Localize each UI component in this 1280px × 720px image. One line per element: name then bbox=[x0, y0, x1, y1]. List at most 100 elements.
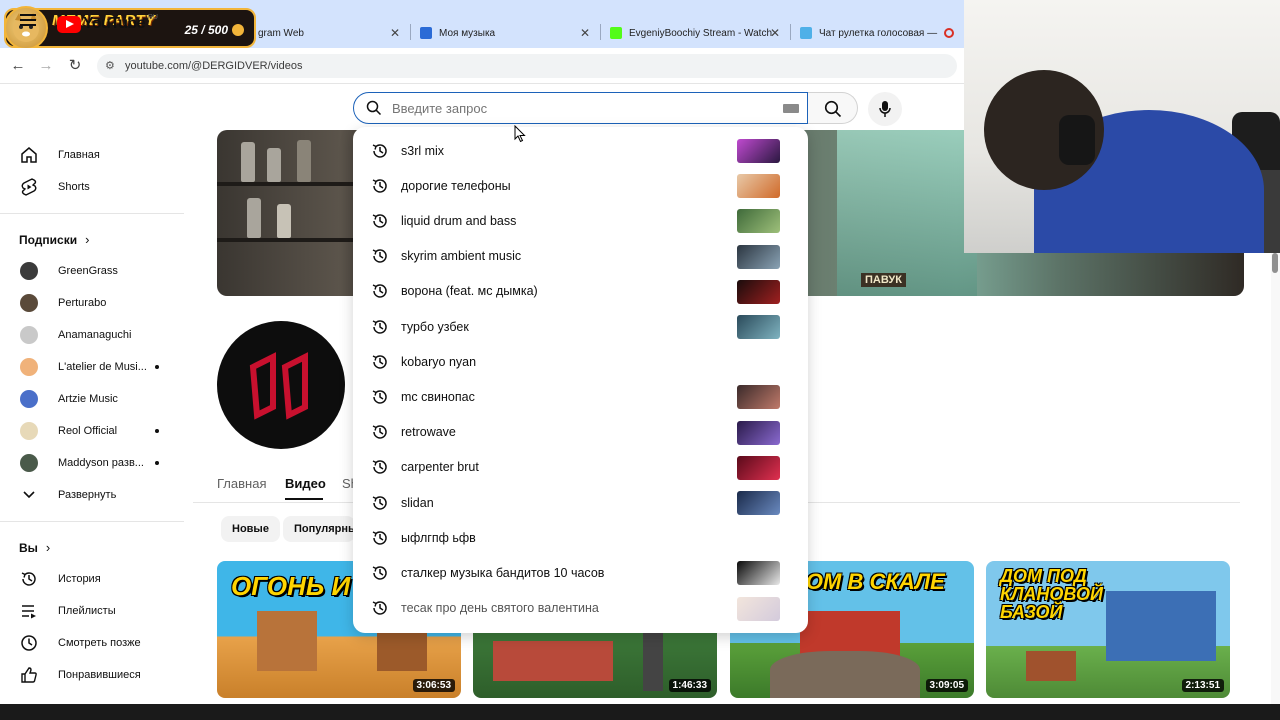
subscriptions-header[interactable]: Подписки › bbox=[19, 232, 89, 247]
suggestion-text: retrowave bbox=[401, 425, 456, 440]
webcam-overlay bbox=[964, 0, 1280, 253]
sidebar-item-latelier[interactable]: L'atelier de Musi... bbox=[0, 351, 184, 383]
suggestion-text: kobaryo nyan bbox=[401, 354, 477, 369]
suggestion-text: mc свинопас bbox=[401, 389, 475, 404]
close-tab-icon[interactable]: ✕ bbox=[390, 26, 400, 40]
history-icon bbox=[371, 529, 389, 547]
youtube-play-icon bbox=[57, 15, 81, 33]
suggestion-text: carpenter brut bbox=[401, 460, 479, 475]
history-icon bbox=[371, 212, 389, 230]
voice-search-button[interactable] bbox=[868, 92, 902, 126]
suggestion-thumbnail[interactable] bbox=[737, 279, 780, 304]
suggestion-thumbnail[interactable] bbox=[737, 174, 780, 199]
search-suggestion[interactable]: дорогие телефоны bbox=[353, 168, 808, 203]
video-duration: 3:09:05 bbox=[925, 679, 968, 692]
filter-chip-popular[interactable]: Популярны bbox=[283, 516, 355, 542]
reload-icon[interactable]: ↻ bbox=[65, 56, 85, 76]
search-input[interactable] bbox=[392, 93, 772, 123]
search-suggestion[interactable]: тесак про день святого валентина bbox=[353, 591, 808, 626]
url-field[interactable]: ⚙ youtube.com/@DERGIDVER/videos bbox=[97, 54, 957, 78]
history-icon bbox=[371, 318, 389, 336]
sidebar-item-maddyson[interactable]: Maddyson разв... bbox=[0, 447, 184, 479]
youtube-logo[interactable]: YouTube RU bbox=[57, 14, 158, 34]
suggestion-thumbnail[interactable] bbox=[737, 420, 780, 445]
suggestion-thumbnail[interactable] bbox=[737, 209, 780, 234]
suggestion-thumbnail[interactable] bbox=[737, 244, 780, 269]
avatar bbox=[20, 294, 38, 312]
new-content-dot bbox=[155, 461, 159, 465]
close-tab-icon[interactable]: ✕ bbox=[580, 26, 590, 40]
scrollbar-thumb[interactable] bbox=[1272, 253, 1278, 273]
sidebar-item-anamanaguchi[interactable]: Anamanaguchi bbox=[0, 319, 184, 351]
suggestion-text: ыфлгпф ьфв bbox=[401, 530, 476, 545]
avatar bbox=[20, 358, 38, 376]
channel-avatar[interactable] bbox=[217, 321, 345, 449]
sidebar-item-greengrass[interactable]: GreenGrass bbox=[0, 255, 184, 287]
search-suggestion[interactable]: skyrim ambient music bbox=[353, 239, 808, 274]
sidebar-item-perturabo[interactable]: Perturabo bbox=[0, 287, 184, 319]
new-content-dot bbox=[155, 365, 159, 369]
suggestion-thumbnail[interactable] bbox=[737, 561, 780, 586]
page-scrollbar[interactable] bbox=[1271, 253, 1280, 720]
suggestion-text: s3rl mix bbox=[401, 143, 445, 158]
channel-logo-icon bbox=[249, 352, 308, 420]
suggestion-thumbnail[interactable] bbox=[737, 596, 780, 621]
search-suggestion[interactable]: kobaryo nyan bbox=[353, 344, 808, 379]
suggestion-text: сталкер музыка бандитов 10 часов bbox=[401, 565, 605, 580]
suggestion-thumbnail[interactable] bbox=[737, 139, 780, 163]
keyboard-icon[interactable] bbox=[783, 104, 799, 113]
search-suggestion[interactable]: mc свинопас bbox=[353, 379, 808, 414]
suggestion-thumbnail[interactable] bbox=[737, 385, 780, 410]
search-button[interactable] bbox=[808, 92, 858, 124]
sidebar-item-home[interactable]: Главная bbox=[0, 139, 184, 171]
suggestion-thumbnail[interactable] bbox=[737, 315, 780, 339]
close-tab-icon[interactable]: ✕ bbox=[770, 26, 780, 40]
chevron-right-icon: › bbox=[45, 540, 51, 555]
video-duration: 2:13:51 bbox=[1181, 679, 1224, 692]
tab-label: gram Web bbox=[258, 27, 304, 39]
sidebar-item-shorts[interactable]: Shorts bbox=[0, 171, 184, 203]
site-settings-icon[interactable]: ⚙ bbox=[105, 54, 115, 78]
tab-kick-stream[interactable]: EvgeniyBoochiy Stream - Watch ✕ bbox=[600, 18, 790, 48]
menu-icon[interactable] bbox=[20, 14, 36, 26]
tab-label: EvgeniyBoochiy Stream - Watch bbox=[629, 27, 773, 39]
suggestion-text: турбо узбек bbox=[401, 319, 469, 334]
search-suggestion[interactable]: s3rl mix bbox=[353, 133, 808, 168]
suggestion-text: slidan bbox=[401, 495, 434, 510]
tab-home[interactable]: Главная bbox=[217, 476, 266, 491]
sidebar-item-history[interactable]: История bbox=[0, 563, 184, 595]
suggestion-thumbnail[interactable] bbox=[737, 455, 780, 480]
search-icon bbox=[366, 100, 382, 116]
you-header[interactable]: Вы › bbox=[19, 540, 50, 555]
tab-label: Чат рулетка голосовая — bbox=[819, 27, 938, 39]
search-suggestion[interactable]: liquid drum and bass bbox=[353, 203, 808, 238]
filter-chip-new[interactable]: Новые bbox=[221, 516, 280, 542]
sidebar-item-reol[interactable]: Reol Official bbox=[0, 415, 184, 447]
sidebar-item-artzie[interactable]: Artzie Music bbox=[0, 383, 184, 415]
sidebar-expand-button[interactable]: Развернуть bbox=[0, 479, 184, 511]
video-duration: 1:46:33 bbox=[668, 679, 711, 692]
history-icon bbox=[371, 177, 389, 195]
sidebar-item-liked[interactable]: Понравившиеся bbox=[0, 659, 184, 691]
back-icon[interactable]: ← bbox=[8, 56, 28, 76]
suggestion-thumbnail[interactable] bbox=[737, 491, 780, 515]
recording-icon bbox=[944, 28, 954, 38]
search-suggestion[interactable]: retrowave bbox=[353, 415, 808, 450]
search-suggestion[interactable]: ыфлгпф ьфв bbox=[353, 520, 808, 555]
tab-videos[interactable]: Видео bbox=[285, 476, 326, 491]
tab-chat-roulette[interactable]: Чат рулетка голосовая — bbox=[790, 18, 964, 48]
history-icon bbox=[371, 388, 389, 406]
search-suggestion[interactable]: ворона (feat. мс дымка) bbox=[353, 274, 808, 309]
tab-telegram[interactable]: gram Web ✕ bbox=[248, 18, 410, 48]
search-suggestion[interactable]: slidan bbox=[353, 485, 808, 520]
video-thumbnail[interactable]: ДОМ ПОД КЛАНОВОЙ БАЗОЙ 2:13:51 bbox=[986, 561, 1230, 698]
sidebar-item-watch-later[interactable]: Смотреть позже bbox=[0, 627, 184, 659]
search-suggestion[interactable]: турбо узбек bbox=[353, 309, 808, 344]
sidebar-item-playlists[interactable]: Плейлисты bbox=[0, 595, 184, 627]
search-suggestion[interactable]: carpenter brut bbox=[353, 450, 808, 485]
forward-icon[interactable]: → bbox=[36, 56, 56, 76]
history-icon bbox=[371, 247, 389, 265]
search-box[interactable] bbox=[353, 92, 808, 124]
search-suggestion[interactable]: сталкер музыка бандитов 10 часов bbox=[353, 555, 808, 590]
tab-my-music[interactable]: Моя музыка ✕ bbox=[410, 18, 600, 48]
